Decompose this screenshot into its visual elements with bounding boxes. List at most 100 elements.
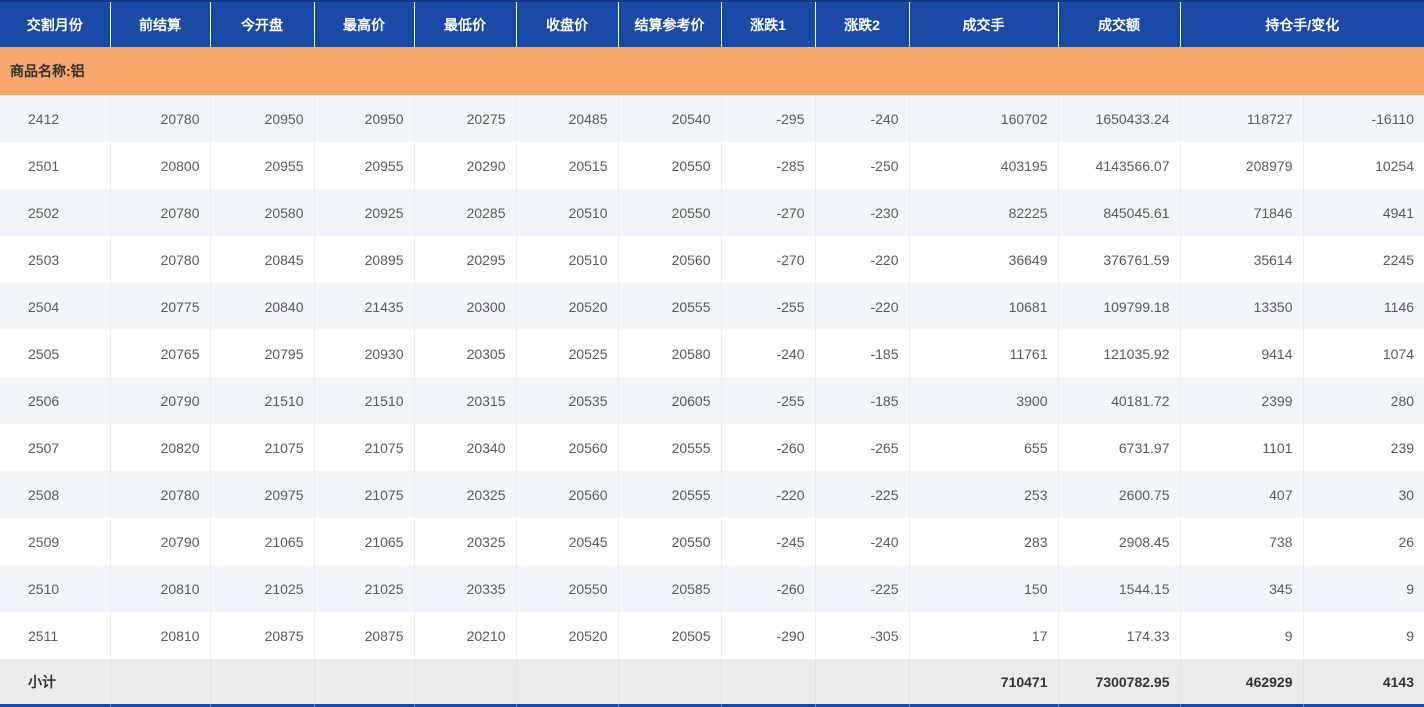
- cell-change2: -185: [815, 377, 910, 424]
- cell-volume: 160702: [909, 95, 1059, 142]
- cell-low: 20300: [414, 283, 517, 330]
- cell-change2: -240: [815, 518, 910, 565]
- cell-close: 20485: [516, 95, 619, 142]
- cell-oi-change: 9: [1303, 612, 1424, 659]
- cell-month: 2511: [0, 612, 111, 659]
- cell-volume: 283: [909, 518, 1059, 565]
- cell-change2: -220: [815, 283, 910, 330]
- cell-month: 2507: [0, 424, 111, 471]
- cell-settlement-ref: 20605: [618, 377, 722, 424]
- col-header-volume: 成交手: [909, 0, 1059, 47]
- cell-volume: 150: [909, 565, 1059, 612]
- cell-open: 20950: [210, 95, 315, 142]
- table-row: 2511 20810 20875 20875 20210 20520 20505 -290 -3…: [0, 612, 1424, 659]
- subtotal-empty-cell: [815, 659, 910, 704]
- cell-turnover: 1544.15: [1058, 565, 1181, 612]
- cell-month: 2509: [0, 518, 111, 565]
- cell-high: 21025: [314, 565, 415, 612]
- cell-month: 2412: [0, 95, 111, 142]
- cell-low: 20305: [414, 330, 517, 377]
- table-row: 2412 20780 20950 20950 20275 20485 20540 -295 -2…: [0, 95, 1424, 142]
- cell-open: 20840: [210, 283, 315, 330]
- cell-turnover: 109799.18: [1058, 283, 1181, 330]
- cell-change1: -260: [721, 424, 816, 471]
- subtotal-empty-cell: [210, 659, 315, 704]
- cell-turnover: 845045.61: [1058, 189, 1181, 236]
- cell-open-interest: 345: [1180, 565, 1304, 612]
- cell-turnover: 4143566.07: [1058, 142, 1181, 189]
- cell-prev-settlement: 20780: [110, 471, 211, 518]
- subtotal-empty-cell: [618, 659, 722, 704]
- cell-volume: 3900: [909, 377, 1059, 424]
- cell-change2: -225: [815, 471, 910, 518]
- col-header-low: 最低价: [414, 0, 517, 47]
- cell-change1: -220: [721, 471, 816, 518]
- cell-turnover: 6731.97: [1058, 424, 1181, 471]
- cell-volume: 11761: [909, 330, 1059, 377]
- col-header-open-interest-change: 持仓手/变化: [1180, 0, 1424, 47]
- cell-turnover: 121035.92: [1058, 330, 1181, 377]
- cell-change2: -185: [815, 330, 910, 377]
- cell-change2: -240: [815, 95, 910, 142]
- cell-high: 20925: [314, 189, 415, 236]
- col-header-delivery-month: 交割月份: [0, 0, 111, 47]
- cell-oi-change: 1146: [1303, 283, 1424, 330]
- cell-settlement-ref: 20550: [618, 189, 722, 236]
- cell-open: 21510: [210, 377, 315, 424]
- cell-prev-settlement: 20820: [110, 424, 211, 471]
- cell-oi-change: 26: [1303, 518, 1424, 565]
- cell-change1: -290: [721, 612, 816, 659]
- cell-oi-change: 10254: [1303, 142, 1424, 189]
- cell-high: 21435: [314, 283, 415, 330]
- cell-turnover: 1650433.24: [1058, 95, 1181, 142]
- cell-change1: -240: [721, 330, 816, 377]
- cell-change1: -255: [721, 377, 816, 424]
- cell-close: 20515: [516, 142, 619, 189]
- cell-open-interest: 35614: [1180, 236, 1304, 283]
- cell-month: 2505: [0, 330, 111, 377]
- cell-settlement-ref: 20540: [618, 95, 722, 142]
- cell-close: 20520: [516, 283, 619, 330]
- cell-open-interest: 2399: [1180, 377, 1304, 424]
- cell-settlement-ref: 20505: [618, 612, 722, 659]
- cell-low: 20325: [414, 471, 517, 518]
- cell-change1: -270: [721, 189, 816, 236]
- cell-open-interest: 13350: [1180, 283, 1304, 330]
- cell-oi-change: -16110: [1303, 95, 1424, 142]
- cell-open-interest: 407: [1180, 471, 1304, 518]
- cell-open: 21025: [210, 565, 315, 612]
- cell-high: 20955: [314, 142, 415, 189]
- subtotal-empty-cell: [314, 659, 415, 704]
- futures-quotes-table: 交割月份 前结算 今开盘 最高价 最低价 收盘价 结算参考价 涨跌1 涨跌2 成…: [0, 0, 1424, 707]
- cell-prev-settlement: 20810: [110, 612, 211, 659]
- cell-high: 21510: [314, 377, 415, 424]
- cell-month: 2502: [0, 189, 111, 236]
- table-row: 2508 20780 20975 21075 20325 20560 20555 -220 -2…: [0, 471, 1424, 518]
- cell-month: 2504: [0, 283, 111, 330]
- commodity-section-label: 商品名称:铝: [0, 47, 1424, 95]
- cell-turnover: 2600.75: [1058, 471, 1181, 518]
- cell-low: 20295: [414, 236, 517, 283]
- cell-low: 20285: [414, 189, 517, 236]
- table-row: 2509 20790 21065 21065 20325 20545 20550 -245 -2…: [0, 518, 1424, 565]
- cell-prev-settlement: 20765: [110, 330, 211, 377]
- cell-open: 20875: [210, 612, 315, 659]
- subtotal-row: 小计 710471 7300782.95 462929 4143: [0, 659, 1424, 704]
- cell-change1: -245: [721, 518, 816, 565]
- subtotal-label: 小计: [0, 659, 111, 704]
- table-row: 2504 20775 20840 21435 20300 20520 20555 -255 -2…: [0, 283, 1424, 330]
- cell-open: 20955: [210, 142, 315, 189]
- cell-settlement-ref: 20555: [618, 424, 722, 471]
- cell-high: 20895: [314, 236, 415, 283]
- cell-oi-change: 30: [1303, 471, 1424, 518]
- cell-open-interest: 1101: [1180, 424, 1304, 471]
- col-header-prev-settlement: 前结算: [110, 0, 211, 47]
- subtotal-volume: 710471: [909, 659, 1059, 704]
- cell-prev-settlement: 20775: [110, 283, 211, 330]
- cell-settlement-ref: 20555: [618, 471, 722, 518]
- cell-month: 2510: [0, 565, 111, 612]
- subtotal-empty-cell: [516, 659, 619, 704]
- col-header-settlement-ref: 结算参考价: [618, 0, 722, 47]
- cell-high: 20875: [314, 612, 415, 659]
- cell-change1: -285: [721, 142, 816, 189]
